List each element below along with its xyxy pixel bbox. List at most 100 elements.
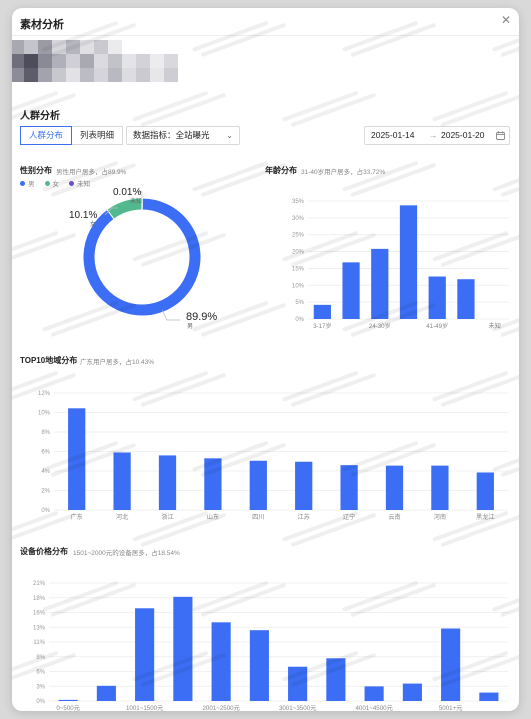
watermark-stamp (282, 91, 376, 127)
header-divider (12, 35, 519, 36)
region-xtick: 江苏 (298, 513, 310, 521)
price-bar[interactable] (58, 699, 78, 701)
region-xtick: 云南 (388, 513, 400, 521)
price-bar[interactable] (96, 685, 116, 701)
age-xtick: 41-49岁 (426, 322, 448, 330)
region-bar[interactable] (204, 458, 222, 510)
date-separator: → (429, 130, 438, 140)
region-xtick: 广东 (71, 513, 83, 521)
unknown-percent-label: 0.01% (113, 187, 141, 198)
region-bar[interactable] (68, 408, 86, 510)
price-bar[interactable] (479, 692, 499, 701)
age-ytick: 25% (292, 233, 305, 239)
age-bar[interactable] (399, 205, 418, 319)
gender-chart-subtitle: 男性用户居多，占89.9% (56, 169, 127, 176)
price-bar[interactable] (135, 608, 155, 701)
tab-list-detail[interactable]: 列表明细 (72, 126, 124, 145)
region-bar[interactable] (295, 461, 313, 510)
age-ytick: 20% (292, 250, 305, 256)
region-xtick: 河南 (434, 513, 446, 521)
age-bar[interactable] (428, 276, 446, 319)
date-range-picker[interactable]: 2025-01-14 → 2025-01-20 (364, 126, 510, 145)
region-ytick: 12% (38, 391, 51, 397)
age-ytick: 35% (292, 199, 305, 205)
donut-slice-male[interactable] (82, 197, 202, 317)
age-ytick: 5% (295, 300, 304, 306)
age-bar[interactable] (457, 279, 475, 319)
age-bar[interactable] (342, 262, 360, 319)
female-name-label: 女 (90, 220, 96, 228)
region-ytick: 6% (41, 450, 50, 456)
price-ytick: 16% (33, 611, 46, 617)
unknown-name-label: 未知 (130, 197, 142, 205)
age-chart-subtitle: 31-40岁用户居多，占33.72% (301, 169, 386, 176)
gender-donut-chart: 89.9%男 10.1%女 0.01%未知 (69, 187, 217, 330)
metric-select[interactable]: 数据指标：全站曝光 ⌄ (126, 126, 240, 145)
region-ytick: 2% (41, 489, 50, 495)
price-bar[interactable] (288, 666, 308, 701)
region-bar[interactable] (476, 472, 494, 510)
price-xtick: 1001~1500元 (126, 705, 163, 711)
price-bar[interactable] (211, 622, 231, 701)
crowd-analysis-title: 人群分析 (20, 111, 60, 122)
tab-crowd-distribution[interactable]: 人群分布 (20, 126, 73, 145)
age-ytick: 30% (292, 216, 305, 222)
age-bar[interactable] (313, 304, 331, 319)
region-bar[interactable] (431, 465, 449, 510)
price-ytick: 13% (33, 625, 46, 631)
price-ytick: 8% (36, 655, 45, 661)
price-bar[interactable] (173, 596, 193, 701)
region-ytick: 10% (38, 411, 51, 417)
age-bar[interactable] (371, 248, 389, 319)
age-xtick: 未知 (488, 322, 500, 330)
region-bar[interactable] (340, 465, 358, 510)
price-chart-subtitle: 1501~2000元的设备居多，占18.54% (73, 550, 180, 557)
price-ytick: 3% (36, 684, 45, 690)
region-xtick: 浙江 (161, 513, 173, 521)
age-chart-title: 年龄分布 (265, 166, 297, 175)
region-bar-chart: 0% 2% 4% 6% 8% 10% 12% 广东 河北 浙江 山东 四川 江苏 辽宁 云南 河南 黑龙江 (38, 391, 508, 521)
price-bar[interactable] (364, 686, 384, 701)
view-tabs: 人群分布 列表明细 (20, 126, 124, 145)
region-bar[interactable] (249, 460, 267, 510)
region-chart-subtitle: 广东用户居多，占10.43% (80, 359, 155, 366)
price-xtick: 4001~4500元 (355, 705, 392, 711)
close-icon[interactable]: ✕ (499, 13, 513, 27)
price-xtick: 5001+元 (439, 705, 463, 711)
price-ytick: 18% (33, 596, 46, 602)
metric-select-label: 数据指标：全站曝光 (133, 130, 210, 140)
calendar-icon (496, 131, 505, 140)
watermark-stamp (192, 21, 286, 57)
date-start: 2025-01-14 (371, 130, 415, 140)
region-bar[interactable] (113, 452, 131, 510)
age-xtick: 3-17岁 (313, 322, 332, 330)
watermark-stamp (342, 21, 436, 57)
date-end: 2025-01-20 (441, 130, 485, 140)
price-xtick: 0~500元 (56, 705, 80, 711)
price-ytick: 0% (36, 699, 45, 705)
age-ytick: 15% (292, 266, 305, 272)
region-xtick: 山东 (207, 513, 219, 521)
price-chart-title: 设备价格分布 (20, 547, 68, 556)
chevron-down-icon: ⌄ (226, 131, 233, 140)
price-ytick: 11% (33, 640, 45, 646)
price-xtick: 3001~3500元 (279, 705, 316, 711)
price-bar[interactable] (402, 683, 422, 701)
male-name-label: 男 (187, 323, 193, 330)
age-xtick: 24-30岁 (369, 322, 391, 330)
price-ytick: 21% (33, 581, 46, 587)
watermark-stamp (432, 91, 519, 127)
price-bar-chart: 0% 3% 6% 8% 11% 13% 16% 18% 21% 0~500元 1001~1500元 2… (33, 581, 508, 711)
region-ytick: 0% (41, 508, 50, 514)
price-bar[interactable] (249, 630, 269, 701)
price-bar[interactable] (441, 628, 461, 701)
female-percent-label: 10.1% (69, 210, 97, 221)
price-bar[interactable] (326, 658, 346, 701)
region-bar[interactable] (385, 465, 404, 510)
region-ytick: 4% (41, 469, 50, 475)
male-percent-label: 89.9% (186, 311, 217, 323)
region-bar[interactable] (158, 455, 177, 510)
price-ytick: 6% (36, 670, 45, 676)
age-ytick: 0% (295, 317, 304, 323)
modal-title: 素材分析 (20, 19, 64, 31)
